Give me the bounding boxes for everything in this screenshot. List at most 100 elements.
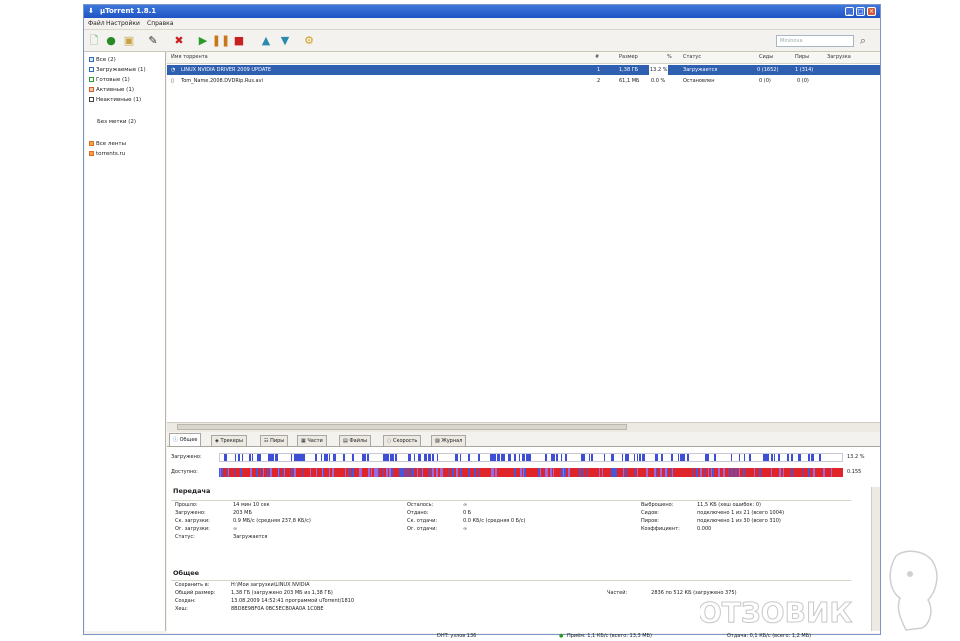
availability-piece-stripe xyxy=(291,468,294,477)
move-down-icon[interactable]: ▼ xyxy=(278,34,292,48)
downloaded-piece-stripe xyxy=(786,454,789,461)
availability-piece-stripe xyxy=(730,468,734,477)
downloaded-piece-stripe xyxy=(423,454,425,461)
sidebar-label-none[interactable]: Без метки (2) xyxy=(97,118,136,126)
scrollbar-thumb[interactable] xyxy=(177,424,627,430)
column-percent[interactable]: % xyxy=(667,52,672,63)
downloaded-piece-stripe xyxy=(408,454,411,461)
start-icon[interactable]: ▶ xyxy=(196,34,210,48)
downloaded-piece-stripe xyxy=(494,454,496,461)
add-torrent-icon[interactable]: 🗋 xyxy=(87,34,101,48)
availability-piece-stripe xyxy=(561,468,563,477)
general-section-title: Общее xyxy=(173,569,200,577)
availability-piece-stripe xyxy=(309,468,311,477)
tab-trackers[interactable]: ◈ Трекеры xyxy=(211,435,247,446)
column-status[interactable]: Статус xyxy=(683,52,701,63)
move-up-icon[interactable]: ▲ xyxy=(259,34,273,48)
search-input[interactable]: Mininova xyxy=(776,35,854,47)
downloaded-piece-stripe xyxy=(507,454,511,461)
remove-icon[interactable]: ✖ xyxy=(172,34,186,48)
menu-file[interactable]: Файл xyxy=(88,18,105,29)
downloaded-piece-stripe xyxy=(524,454,525,461)
downloaded-piece-stripe xyxy=(687,454,690,461)
column-size[interactable]: Размер xyxy=(619,52,638,63)
window-title: µTorrent 1.8.1 xyxy=(100,7,157,15)
downloaded-piece-stripe xyxy=(812,454,815,461)
availability-piece-stripe xyxy=(790,468,792,477)
availability-piece-stripe xyxy=(568,468,570,477)
availability-piece-stripe xyxy=(700,468,703,477)
sidebar-item-inactive[interactable]: Неактивные (1) xyxy=(89,96,141,104)
detail-tabs: ⓘ Общее ◈ Трекеры ☷ Пиры ▦ Части ▤ Файлы… xyxy=(167,433,880,446)
tab-pieces[interactable]: ▦ Части xyxy=(297,435,327,446)
tab-files[interactable]: ▤ Файлы xyxy=(339,435,372,446)
active-icon xyxy=(89,87,94,92)
table-row[interactable]: ▯ Tom_Name.2008.DVDRip.Rus.avi 2 61,1 МБ… xyxy=(167,76,880,86)
settings-icon[interactable]: ⚙ xyxy=(302,34,316,48)
tab-peers[interactable]: ☷ Пиры xyxy=(260,435,289,446)
list-horizontal-scrollbar[interactable] xyxy=(167,422,880,432)
stop-icon[interactable]: ■ xyxy=(232,34,246,48)
torrent-size: 1,38 ГБ xyxy=(619,67,639,73)
sidebar-item-active[interactable]: Активные (1) xyxy=(89,86,134,94)
edit-icon[interactable]: ✎ xyxy=(146,34,160,48)
availability-piece-stripe xyxy=(283,468,286,477)
availability-piece-stripe xyxy=(823,468,825,477)
field-value: 8BD8E9BF0A 0BC5ECB0AA0A 1C0BE xyxy=(231,606,324,612)
downloaded-piece-stripe xyxy=(251,454,254,461)
minimize-button[interactable]: _ xyxy=(845,7,854,16)
availability-piece-stripe xyxy=(492,468,494,477)
availability-piece-stripe xyxy=(609,468,611,477)
search-icon[interactable]: ⌕ xyxy=(856,34,870,48)
tab-general[interactable]: ⓘ Общее xyxy=(169,433,202,446)
column-download[interactable]: Загрузка xyxy=(827,52,851,63)
torrent-status: Загружается xyxy=(683,67,718,73)
rss-icon xyxy=(89,151,94,156)
column-number[interactable]: # xyxy=(595,52,599,63)
availability-piece-stripe xyxy=(695,468,698,477)
availability-piece-stripe xyxy=(665,468,668,477)
availability-piece-stripe xyxy=(344,468,347,477)
menu-help[interactable]: Справка xyxy=(147,18,173,29)
sidebar-feed-all[interactable]: Все ленты xyxy=(89,140,126,148)
availability-piece-stripe xyxy=(727,468,729,477)
close-button[interactable]: × xyxy=(867,7,876,16)
availability-piece-stripe xyxy=(808,468,810,477)
downloaded-piece-stripe xyxy=(491,454,492,461)
sidebar-item-completed[interactable]: Готовые (1) xyxy=(89,76,130,84)
table-row[interactable]: ◔ LINUX NVIDIA DRIVER 2009 UPDATE 1 1,38… xyxy=(167,65,880,75)
field-value: 1,38 ГБ (загружено 203 МБ из 1,38 ГБ) xyxy=(231,590,333,596)
field-value: Загружается xyxy=(233,534,268,540)
availability-piece-stripe xyxy=(406,468,409,477)
field-row: Ог. отдачи: ∞ xyxy=(407,525,607,533)
maximize-button[interactable]: □ xyxy=(856,7,865,16)
tab-log[interactable]: ▨ Журнал xyxy=(431,435,467,446)
availability-piece-stripe xyxy=(783,468,785,477)
column-seeds[interactable]: Сиды xyxy=(759,52,773,63)
field-row: Ск. отдачи: 0.0 КБ/с (средняя 0 Б/с) xyxy=(407,517,607,525)
menu-settings[interactable]: Настройки xyxy=(106,18,140,29)
tab-speed[interactable]: ◌ Скорость xyxy=(383,435,422,446)
availability-piece-stripe xyxy=(468,468,471,477)
availability-piece-stripe xyxy=(738,468,740,477)
downloaded-piece-stripe xyxy=(778,454,781,461)
sidebar-item-downloading[interactable]: Загружаемые (1) xyxy=(89,66,146,74)
availability-piece-stripe xyxy=(350,468,352,477)
availability-piece-stripe xyxy=(239,468,242,477)
availability-piece-stripe xyxy=(753,468,755,477)
sidebar-feed-torrents[interactable]: torrents.ru xyxy=(89,150,125,158)
column-peers[interactable]: Пиры xyxy=(795,52,809,63)
downloaded-piece-stripe xyxy=(275,454,278,461)
pause-icon[interactable]: ❚❚ xyxy=(212,34,230,48)
add-url-icon[interactable]: ● xyxy=(104,34,118,48)
availability-piece-stripe xyxy=(636,468,639,477)
availability-piece-stripe xyxy=(234,468,236,477)
downloaded-piece-stripe xyxy=(478,454,480,461)
downloaded-piece-stripe xyxy=(642,454,645,461)
column-name[interactable]: Имя торрента xyxy=(171,52,208,63)
create-torrent-icon[interactable]: ▣ xyxy=(122,34,136,48)
sidebar-item-all[interactable]: Все (2) xyxy=(89,56,116,64)
downloaded-bar-label: Загружено: xyxy=(171,454,202,460)
availability-piece-stripe xyxy=(367,468,370,477)
field-value: 203 МБ xyxy=(233,510,252,516)
